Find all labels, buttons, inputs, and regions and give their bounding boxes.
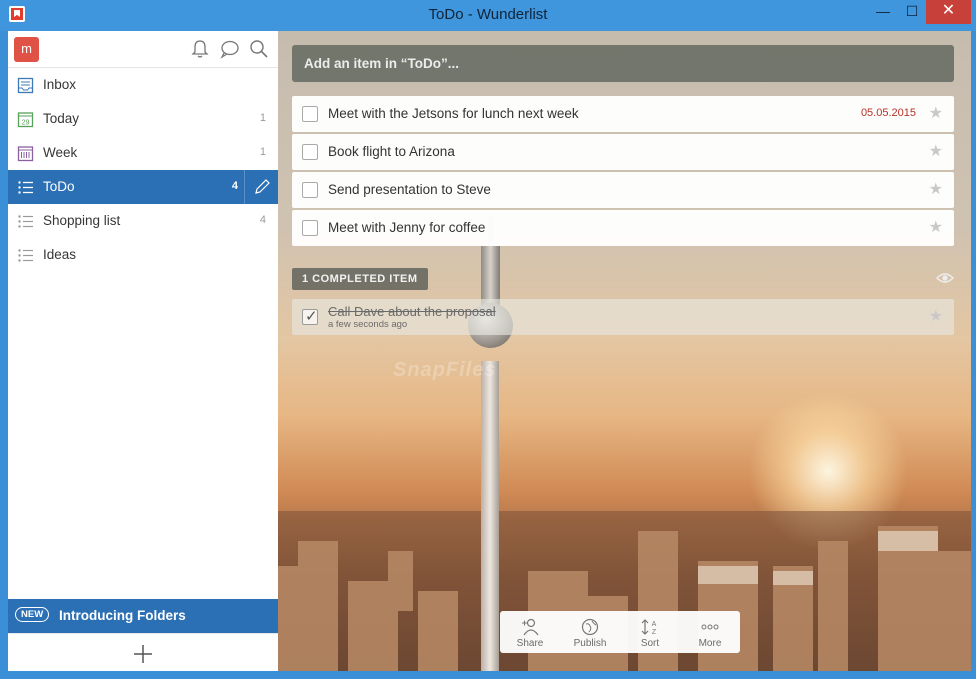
sidebar-item-todo[interactable]: ToDo 4 (8, 170, 278, 204)
task-title: Book flight to Arizona (328, 144, 455, 159)
star-icon[interactable]: ★ (929, 106, 943, 122)
share-button[interactable]: Share (500, 611, 560, 653)
add-item-input[interactable]: Add an item in “ToDo”... (292, 45, 954, 82)
search-icon[interactable] (248, 38, 270, 60)
task-item[interactable]: Book flight to Arizona ★ (292, 134, 954, 170)
minimize-button[interactable]: — (868, 0, 898, 24)
list-count: 1 (259, 146, 266, 158)
task-title: Meet with Jenny for coffee (328, 220, 486, 235)
show-completed-button[interactable]: 1 COMPLETED ITEM (292, 268, 428, 290)
task-item[interactable]: Meet with the Jetsons for lunch next wee… (292, 96, 954, 132)
task-checkbox[interactable] (302, 182, 318, 198)
more-label: More (698, 638, 722, 649)
sidebar-header: m (8, 31, 278, 68)
new-badge: NEW (15, 607, 50, 622)
bell-icon[interactable] (189, 38, 211, 60)
calendar-day-number: 29 (22, 120, 30, 127)
list-count: 1 (259, 112, 266, 124)
sort-icon: A Z (641, 619, 657, 636)
sidebar-item-label: Today (43, 111, 80, 126)
sidebar-item-ideas[interactable]: Ideas (8, 238, 278, 272)
list-count: 4 (231, 180, 238, 192)
maximize-button[interactable]: ☐ (898, 0, 926, 24)
comments-icon[interactable] (219, 38, 241, 60)
sidebar-item-inbox[interactable]: Inbox (8, 68, 278, 102)
sort-button[interactable]: A Z Sort (620, 611, 680, 653)
watermark: SnapFiles (393, 359, 497, 381)
list-navigation: Inbox 29 Today 1 Week 1 ToDo 4 Shopping … (8, 68, 278, 272)
calendar-week-icon (17, 146, 34, 162)
add-list-button[interactable] (8, 633, 278, 671)
introducing-folders-banner[interactable]: NEW Introducing Folders (8, 599, 278, 633)
share-label: Share (516, 638, 544, 649)
checkmark-icon: ✓ (305, 308, 318, 325)
task-item[interactable]: Send presentation to Steve ★ (292, 172, 954, 208)
sort-label: Sort (640, 638, 660, 649)
task-list-pane: Add an item in “ToDo”... Meet with the J… (278, 31, 971, 671)
more-button[interactable]: More (680, 611, 740, 653)
svg-text:Z: Z (652, 629, 657, 636)
star-icon[interactable]: ★ (929, 144, 943, 160)
plus-icon (134, 645, 152, 663)
sidebar-item-label: Week (43, 145, 78, 160)
sidebar-item-week[interactable]: Week 1 (8, 136, 278, 170)
tv-tower (481, 361, 499, 671)
window-title: ToDo - Wunderlist (428, 6, 548, 23)
share-icon (522, 618, 539, 636)
task-due-date: 05.05.2015 (860, 107, 916, 119)
star-icon[interactable]: ★ (929, 309, 943, 325)
eye-icon[interactable] (936, 271, 954, 285)
sidebar-item-label: Inbox (43, 77, 77, 92)
tower-top (481, 246, 500, 306)
edit-list-button[interactable] (244, 170, 278, 204)
completed-task-item[interactable]: ✓ Call Dave about the proposal a few sec… (292, 299, 954, 335)
more-icon (701, 624, 719, 630)
list-count: 4 (259, 214, 266, 226)
task-title: Send presentation to Steve (328, 182, 491, 197)
list-icon (18, 215, 33, 228)
star-icon[interactable]: ★ (929, 220, 943, 236)
sidebar: m Inbox 29 Today 1 Week 1 ToDo 4 Shoppin… (8, 31, 278, 671)
task-checkbox[interactable] (302, 144, 318, 160)
sidebar-item-label: Shopping list (43, 213, 121, 228)
list-icon (18, 249, 33, 262)
window-frame-bottom (0, 671, 976, 679)
inbox-icon (17, 77, 34, 94)
close-button[interactable]: ✕ (926, 0, 971, 24)
pencil-icon (255, 179, 270, 194)
sidebar-item-label: ToDo (43, 179, 75, 194)
sidebar-item-today[interactable]: 29 Today 1 (8, 102, 278, 136)
svg-text:A: A (652, 621, 657, 628)
star-icon[interactable]: ★ (929, 182, 943, 198)
task-title: Meet with the Jetsons for lunch next wee… (328, 106, 579, 121)
publish-button[interactable]: Publish (560, 611, 620, 653)
sidebar-item-shopping-list[interactable]: Shopping list 4 (8, 204, 278, 238)
list-icon (18, 181, 33, 194)
task-title: Call Dave about the proposal (328, 304, 496, 319)
banner-text: Introducing Folders (59, 608, 186, 623)
task-item[interactable]: Meet with Jenny for coffee ★ (292, 210, 954, 246)
publish-label: Publish (573, 638, 607, 649)
sidebar-item-label: Ideas (43, 247, 77, 262)
completed-time: a few seconds ago (328, 319, 408, 330)
calendar-day-icon: 29 (17, 112, 34, 128)
globe-icon (581, 618, 599, 636)
task-checkbox[interactable] (302, 106, 318, 122)
list-toolbar: Share Publish A Z Sort More (500, 611, 740, 653)
title-bar: ToDo - Wunderlist — ☐ ✕ (0, 0, 976, 31)
task-checkbox[interactable] (302, 220, 318, 236)
avatar[interactable]: m (14, 37, 39, 62)
